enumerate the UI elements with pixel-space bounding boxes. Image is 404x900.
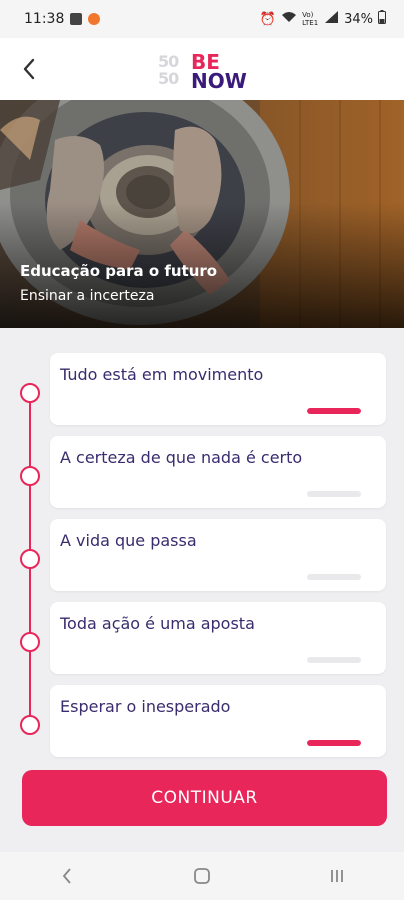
lesson-progress-bar [307,740,361,746]
hero-subtitle: Ensinar a incerteza [20,288,155,304]
nav-back-icon [63,868,72,884]
timeline-node [20,715,40,735]
gallery-notification-icon [70,13,83,25]
logo-fifty-top: 50 [158,52,179,71]
alarm-icon: ⏰ [259,11,277,27]
lesson-progress-bar [307,408,361,414]
lesson-progress-fill [307,408,361,414]
lesson-progress-bar [307,574,361,580]
lesson-progress-bar [307,491,361,497]
nav-home-icon [194,868,210,884]
wifi-icon [281,11,297,27]
lesson-progress-bar [307,657,361,663]
battery-icon [378,10,386,28]
chevron-left-icon [23,58,35,80]
nav-recents-button[interactable] [307,856,367,896]
lesson-progress-fill [307,740,361,746]
status-bar: 11:38 ⏰ Vo) LTE1 34% [0,0,404,38]
status-left: 11:38 [24,11,101,27]
lesson-card[interactable]: Toda ação é uma aposta [50,602,386,674]
benow-logo: 50 50 BE NOW [158,52,250,92]
timeline-node [20,632,40,652]
timeline-node [20,466,40,486]
back-button[interactable] [14,52,44,86]
app-notification-icon [88,13,101,25]
logo-now: NOW [191,69,247,93]
signal-icon [325,11,339,27]
lesson-title: Toda ação é uma aposta [60,614,255,633]
lesson-card[interactable]: A certeza de que nada é certo [50,436,386,508]
status-right: ⏰ Vo) LTE1 34% [260,10,386,28]
system-nav-bar [0,852,404,900]
network-label: Vo) LTE1 [302,11,319,27]
continue-button[interactable]: CONTINUAR [22,770,387,826]
timeline-node [20,549,40,569]
lesson-card[interactable]: Tudo está em movimento [50,353,386,425]
lesson-title: Tudo está em movimento [60,365,264,384]
logo-fifty-bottom: 50 [158,69,179,88]
continue-label: CONTINUAR [151,788,258,808]
nav-back-button[interactable] [37,856,97,896]
status-time: 11:38 [24,11,65,27]
hero-title: Educação para o futuro [20,262,218,280]
nav-home-button[interactable] [172,856,232,896]
nav-recents-icon [330,870,343,882]
lesson-title: A vida que passa [60,531,197,550]
lesson-title: A certeza de que nada é certo [60,448,303,467]
lesson-title: Esperar o inesperado [60,697,231,716]
app-header: 50 50 BE NOW [0,38,404,100]
battery-percent: 34% [344,11,373,27]
lesson-card[interactable]: Esperar o inesperado [50,685,386,757]
timeline-node [20,383,40,403]
lesson-card[interactable]: A vida que passa [50,519,386,591]
